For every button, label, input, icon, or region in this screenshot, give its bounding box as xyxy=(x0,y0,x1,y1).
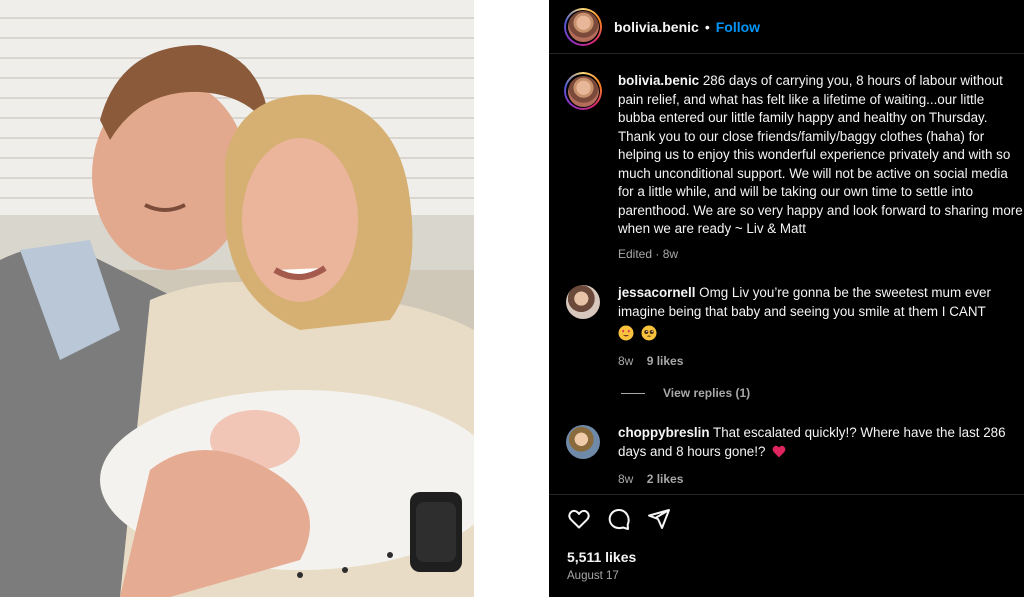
comment-username[interactable]: choppybreslin xyxy=(618,425,710,440)
pleading-face-emoji-icon xyxy=(641,325,657,341)
author-avatar[interactable] xyxy=(564,7,602,46)
post-caption: bolivia.benic 286 days of carrying you, … xyxy=(564,72,1024,263)
post-panel: bolivia.benic • Follow bolivia.benic 286… xyxy=(549,0,1024,597)
heart-icon[interactable] xyxy=(567,507,591,531)
comment-meta: 8w 2 likes xyxy=(618,470,1024,489)
comment-likes[interactable]: 2 likes xyxy=(647,472,684,486)
share-icon[interactable] xyxy=(647,507,671,531)
comment-avatar[interactable] xyxy=(566,425,600,459)
replies-divider xyxy=(621,392,645,394)
comment-icon[interactable] xyxy=(607,507,631,531)
caption-meta: Edited · 8w xyxy=(618,245,1024,264)
comment-age[interactable]: 8w xyxy=(618,354,633,368)
post-date: August 17 xyxy=(567,570,619,582)
view-replies-label: View replies (1) xyxy=(663,386,751,400)
view-replies-button[interactable]: View replies (1) xyxy=(621,386,750,400)
comment-item: jessacornell Omg Liv you’re gonna be the… xyxy=(564,284,1024,370)
author-username[interactable]: bolivia.benic xyxy=(614,19,699,35)
separator-dot: • xyxy=(704,18,710,35)
comment-meta: 8w 9 likes xyxy=(618,352,1024,371)
comment-likes[interactable]: 9 likes xyxy=(647,354,684,368)
comment-item: choppybreslin That escalated quickly!? W… xyxy=(564,424,1024,489)
caption-age[interactable]: 8w xyxy=(663,247,678,261)
heart-eyes-emoji-icon xyxy=(618,325,634,341)
caption-username[interactable]: bolivia.benic xyxy=(618,73,699,88)
comment-age[interactable]: 8w xyxy=(618,472,633,486)
family-photo-illustration xyxy=(0,0,474,597)
meta-separator: · xyxy=(655,246,660,261)
post-actions: 5,511 likes August 17 xyxy=(549,494,1024,597)
red-heart-emoji-icon xyxy=(772,446,786,458)
post-likes-count[interactable]: 5,511 likes xyxy=(567,549,636,565)
post-header: bolivia.benic • Follow xyxy=(549,0,1024,54)
comment-username[interactable]: jessacornell xyxy=(618,285,695,300)
post-photo[interactable] xyxy=(0,0,474,597)
caption-text: 286 days of carrying you, 8 hours of lab… xyxy=(618,73,1023,236)
edited-label: Edited xyxy=(618,246,653,261)
comment-avatar[interactable] xyxy=(566,285,600,319)
caption-avatar[interactable] xyxy=(564,72,602,110)
follow-button[interactable]: Follow xyxy=(716,19,760,35)
